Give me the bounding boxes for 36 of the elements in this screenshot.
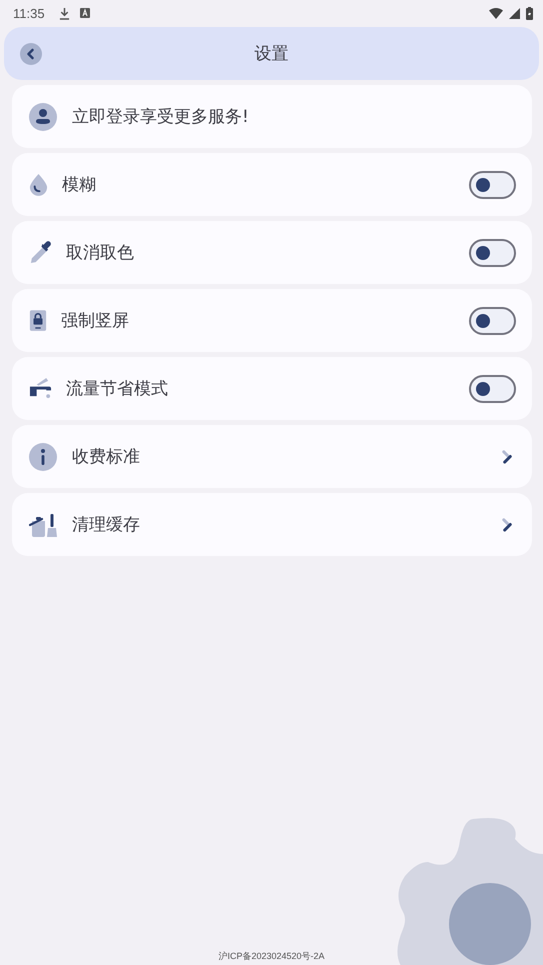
settings-row[interactable]: 取消取色 (12, 221, 532, 284)
wifi-icon (489, 8, 503, 18)
settings-row[interactable]: 模糊 (12, 153, 532, 216)
toggle-switch[interactable] (469, 374, 516, 402)
settings-row[interactable]: 强制竖屏 (12, 289, 532, 352)
chevron-right-icon (501, 449, 514, 464)
bin-and-brush-icon (29, 512, 57, 536)
row-label: 收费标准 (72, 446, 140, 468)
toggle-switch[interactable] (469, 170, 516, 198)
settings-row[interactable]: 立即登录享受更多服务! (12, 85, 532, 148)
page-title: 设置 (254, 43, 288, 65)
back-button[interactable] (20, 42, 42, 64)
settings-row[interactable]: 清理缓存 (12, 493, 532, 556)
row-label: 立即登录享受更多服务! (72, 106, 249, 128)
toggle-switch[interactable] (469, 238, 516, 266)
settings-row[interactable]: 流量节省模式 (12, 357, 532, 420)
user-icon (29, 102, 57, 130)
keyboard-icon (80, 8, 90, 18)
locked-phone-icon (29, 310, 47, 332)
row-label: 取消取色 (66, 242, 134, 264)
eyedropper-icon (29, 241, 52, 264)
chevron-right-icon (501, 517, 514, 532)
signal-icon (509, 8, 520, 18)
row-label: 强制竖屏 (61, 310, 129, 332)
row-label: 清理缓存 (72, 514, 140, 536)
info-icon (29, 442, 57, 470)
icp-license-text: 沪ICP备2023024520号-2A (217, 950, 326, 963)
download-icon (58, 6, 70, 20)
settings-row[interactable]: 收费标准 (12, 425, 532, 488)
faucet-icon (29, 377, 52, 400)
row-label: 流量节省模式 (66, 378, 168, 400)
water-drop-icon (29, 173, 48, 196)
toggle-switch[interactable] (469, 306, 516, 334)
status-time: 11:35 (13, 6, 45, 20)
battery-icon (526, 6, 533, 20)
row-label: 模糊 (62, 174, 96, 196)
